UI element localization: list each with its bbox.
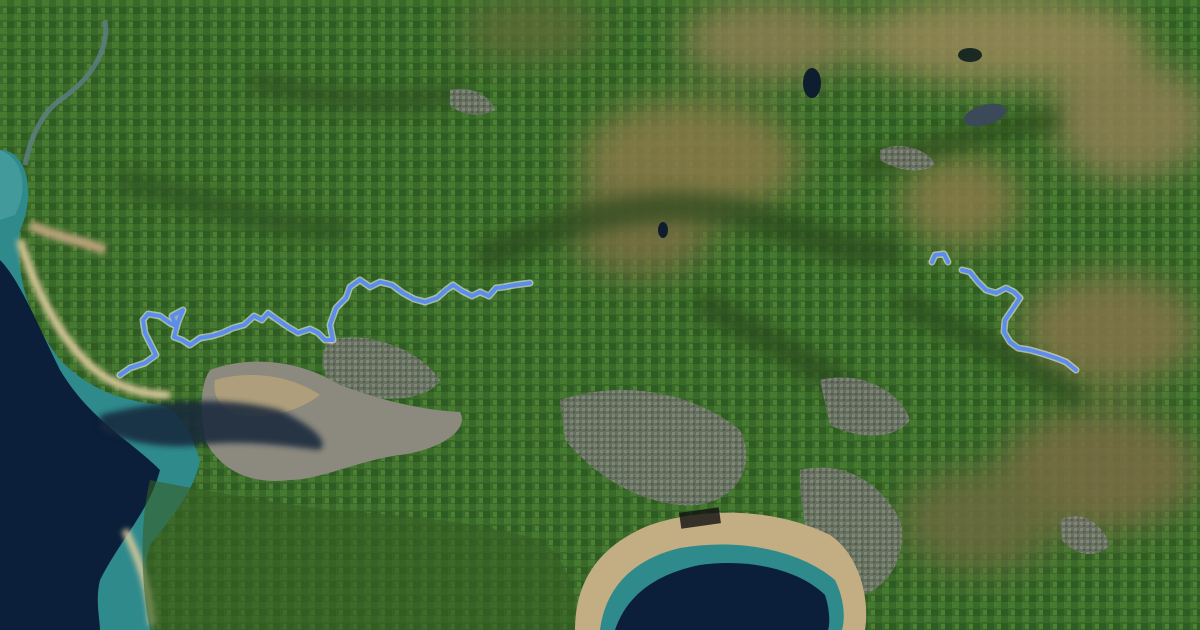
satellite-map[interactable] xyxy=(0,0,1200,630)
map-canvas xyxy=(0,0,1200,630)
